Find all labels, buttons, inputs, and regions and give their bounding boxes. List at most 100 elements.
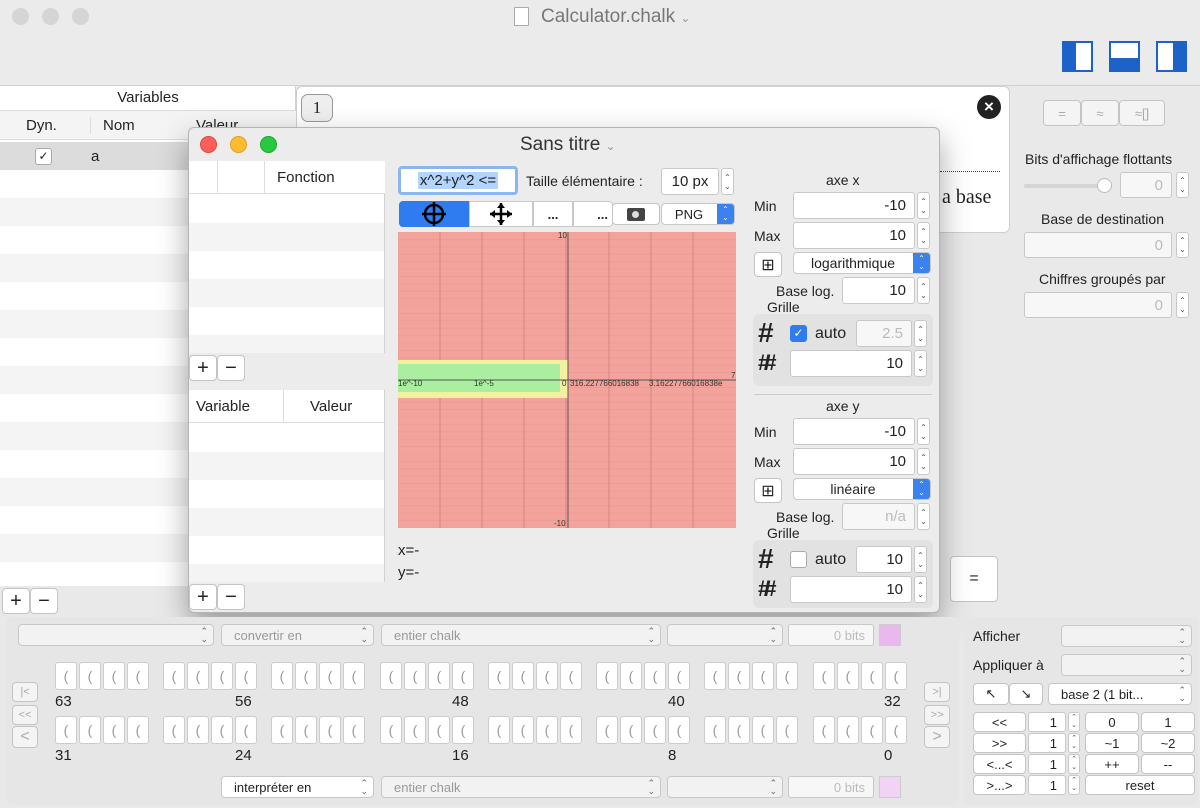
tool-option-2-button[interactable]: ... — [573, 201, 613, 227]
bit-toggle[interactable]: ( — [776, 716, 798, 744]
bit-toggle[interactable]: ( — [644, 662, 666, 690]
bit-toggle[interactable]: ( — [452, 716, 474, 744]
bit-toggle[interactable]: ( — [343, 662, 365, 690]
compute-button[interactable]: = — [950, 556, 998, 602]
dest-base-input[interactable]: 0 — [1024, 232, 1172, 258]
axis-y-base-stepper[interactable]: ⌃ ⌄ — [917, 503, 930, 530]
zoom-window-button[interactable] — [72, 8, 89, 25]
axis-x-base-stepper[interactable]: ⌃ ⌄ — [917, 277, 930, 304]
shift-amount-stepper[interactable]: ⌃ ⌄ — [1068, 733, 1080, 753]
bit-toggle[interactable]: ( — [103, 662, 125, 690]
expression-field[interactable]: x^2+y^2 <= — [398, 166, 518, 195]
shift-amount-stepper[interactable]: ⌃ ⌄ — [1068, 754, 1080, 774]
snapshot-button[interactable] — [612, 203, 660, 225]
bit-toggle[interactable]: ( — [668, 662, 690, 690]
shift-op-button[interactable]: >> — [973, 733, 1026, 753]
window-title[interactable]: Calculator.chalk ⌄ — [541, 6, 690, 28]
graph-title[interactable]: Sans titre ⌄ — [520, 134, 616, 156]
bit-toggle[interactable]: ( — [319, 662, 341, 690]
layout-left-icon[interactable] — [1062, 41, 1093, 72]
extra2-select[interactable]: ⌃ ⌄ — [667, 776, 783, 798]
dyn-checkbox[interactable]: ✓ — [35, 148, 52, 165]
bit-toggle[interactable]: ( — [644, 716, 666, 744]
bit-toggle[interactable]: ( — [380, 662, 402, 690]
axis-y-grid-major-stepper[interactable]: ⌃ ⌄ — [914, 546, 927, 573]
graph-zoom-button[interactable] — [260, 136, 277, 153]
axis-y-min-input[interactable]: -10 — [793, 418, 915, 445]
dest-base-stepper[interactable]: ⌃ ⌄ — [1176, 232, 1189, 258]
size-stepper[interactable]: ⌃ ⌄ — [721, 168, 734, 195]
bit-toggle[interactable]: ( — [668, 716, 690, 744]
axis-y-grid-minor-input[interactable]: 10 — [790, 576, 912, 603]
crosshair-tool-button[interactable] — [399, 201, 469, 227]
header-dyn[interactable]: Dyn. — [26, 117, 57, 134]
int-type-select[interactable]: entier chalk ⌃ ⌄ — [381, 624, 661, 646]
bit-op-button[interactable]: -- — [1141, 754, 1195, 774]
axis-y-grid-major-input[interactable]: 10 — [856, 546, 912, 573]
bit-toggle[interactable]: ( — [861, 716, 883, 744]
layout-right-icon[interactable] — [1156, 41, 1187, 72]
shift-amount-input[interactable]: 1 — [1028, 733, 1066, 753]
shift-amount-stepper[interactable]: ⌃ ⌄ — [1068, 712, 1080, 732]
shift-amount-stepper[interactable]: ⌃ ⌄ — [1068, 775, 1080, 795]
mode-exact-button[interactable]: = — [1043, 100, 1081, 126]
shift-op-button[interactable]: <...< — [973, 754, 1026, 774]
bit-toggle[interactable]: ( — [488, 716, 510, 744]
bit-toggle[interactable]: ( — [620, 716, 642, 744]
bit-toggle[interactable]: ( — [452, 662, 474, 690]
bit-toggle[interactable]: ( — [271, 716, 293, 744]
axis-x-grid-major-input[interactable]: 2.5 — [856, 320, 912, 347]
add-variable-button[interactable]: + — [2, 588, 30, 614]
shift-amount-input[interactable]: 1 — [1028, 754, 1066, 774]
bit-toggle[interactable]: ( — [55, 662, 77, 690]
bit-toggle[interactable]: ( — [861, 662, 883, 690]
add-function-button[interactable]: + — [189, 355, 217, 381]
axis-x-grid-toggle-icon[interactable]: ⊞ — [754, 252, 782, 277]
axis-x-base-input[interactable]: 10 — [842, 277, 915, 304]
add-graph-variable-button[interactable]: + — [189, 584, 217, 610]
shift-amount-input[interactable]: 1 — [1028, 775, 1066, 795]
mode-approx-button[interactable]: ≈ — [1081, 100, 1119, 126]
bit-toggle[interactable]: ( — [295, 662, 317, 690]
axis-x-scale-select[interactable]: logarithmique ⌃ ⌄ — [793, 252, 931, 274]
reset-button[interactable]: reset — [1085, 775, 1195, 795]
remove-graph-variable-button[interactable]: − — [217, 584, 245, 610]
bit-toggle[interactable]: ( — [235, 662, 257, 690]
minimize-window-button[interactable] — [42, 8, 59, 25]
axis-x-auto-checkbox[interactable]: ✓ — [790, 325, 807, 342]
bit-toggle[interactable]: ( — [596, 662, 618, 690]
bit-op-button[interactable]: 0 — [1085, 712, 1139, 732]
bit-toggle[interactable]: ( — [187, 716, 209, 744]
graph-minimize-button[interactable] — [230, 136, 247, 153]
bit-toggle[interactable]: ( — [837, 662, 859, 690]
bit-toggle[interactable]: ( — [295, 716, 317, 744]
bit-toggle[interactable]: ( — [127, 716, 149, 744]
layout-bottom-icon[interactable] — [1109, 41, 1140, 72]
bit-toggle[interactable]: ( — [813, 716, 835, 744]
axis-x-max-stepper[interactable]: ⌃ ⌄ — [917, 222, 930, 249]
move-tool-button[interactable] — [469, 201, 533, 227]
graph-plot[interactable]: 10 -10 7 1e^-10 1e^-5 0 316.227766016838 3.1622… — [398, 232, 736, 528]
nav-first-button[interactable]: |< — [12, 682, 38, 702]
color-swatch[interactable] — [879, 776, 901, 798]
axis-y-max-input[interactable]: 10 — [793, 448, 915, 475]
axis-x-min-stepper[interactable]: ⌃ ⌄ — [917, 192, 930, 219]
mode-interval-button[interactable]: ≈[] — [1119, 100, 1165, 126]
bit-toggle[interactable]: ( — [837, 716, 859, 744]
axis-y-grid-minor-stepper[interactable]: ⌃ ⌄ — [914, 576, 927, 603]
convert-select[interactable]: convertir en ⌃ ⌄ — [221, 624, 374, 646]
graph-variables-list[interactable]: Variable Valeur — [189, 390, 385, 582]
base-select[interactable]: base 2 (1 bit... ⌃ ⌄ — [1048, 683, 1192, 705]
bit-op-button[interactable]: 1 — [1141, 712, 1195, 732]
tool-option-1-button[interactable]: ... — [533, 201, 573, 227]
bit-toggle[interactable]: ( — [752, 716, 774, 744]
axis-y-grid-toggle-icon[interactable]: ⊞ — [754, 478, 782, 503]
shift-amount-input[interactable]: 1 — [1028, 712, 1066, 732]
bits-count2-input[interactable]: 0 bits — [788, 776, 874, 798]
remove-variable-button[interactable]: − — [30, 588, 58, 614]
bit-toggle[interactable]: ( — [271, 662, 293, 690]
shift-op-button[interactable]: << — [973, 712, 1026, 732]
axis-y-auto-checkbox[interactable] — [790, 551, 807, 568]
int-type2-select[interactable]: entier chalk ⌃ ⌄ — [381, 776, 661, 798]
bit-toggle[interactable]: ( — [211, 716, 233, 744]
